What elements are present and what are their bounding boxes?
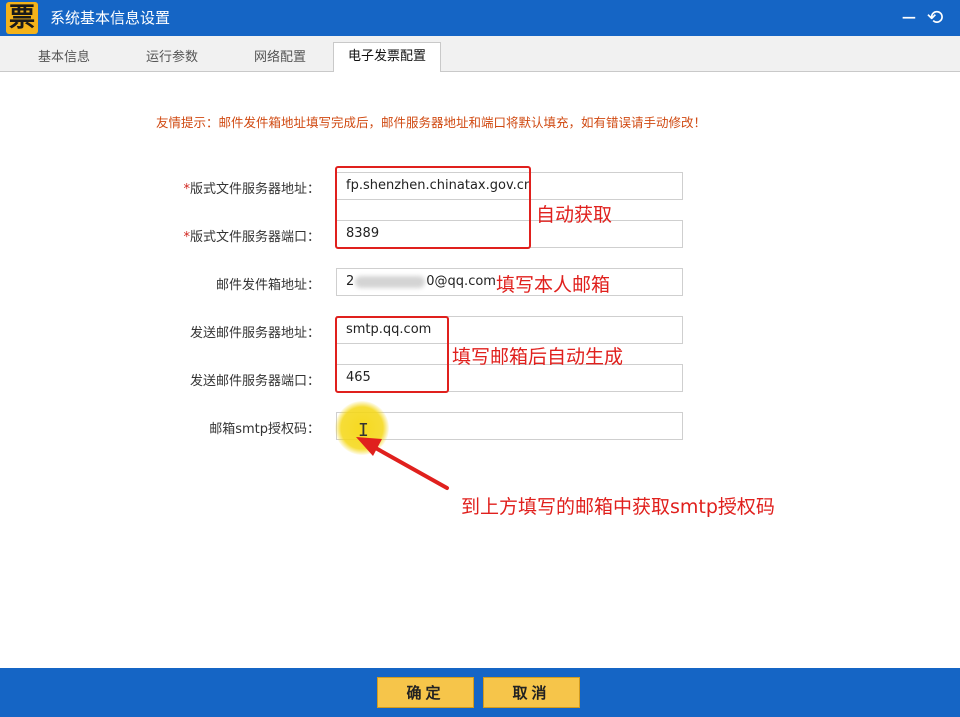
title-bar: 票 系统基本信息设置 − ⟲ — [0, 0, 960, 36]
cancel-button[interactable]: 取消 — [483, 677, 580, 708]
window-title: 系统基本信息设置 — [50, 9, 171, 27]
invoice-logo-icon: 票 — [6, 2, 38, 34]
footer-bar: 确定 取消 — [0, 668, 960, 717]
annotation-arrow-icon — [356, 437, 449, 490]
tab-basic-info[interactable]: 基本信息 — [24, 44, 104, 72]
confirm-button[interactable]: 确定 — [377, 677, 474, 708]
tab-run-params[interactable]: 运行参数 — [132, 44, 212, 72]
annotation-get-smtp-code: 到上方填写的邮箱中获取smtp授权码 — [461, 496, 775, 518]
tab-strip: 基本信息 运行参数 网络配置 电子发票配置 — [0, 36, 960, 73]
tab-einvoice-config[interactable]: 电子发票配置 — [333, 42, 441, 73]
einvoice-config-panel: 友情提示：邮件发件箱地址填写完成后，邮件服务器地址和端口将默认填充，如有错误请手… — [0, 72, 960, 668]
minimize-button[interactable]: − — [896, 4, 922, 30]
back-icon[interactable]: ⟲ — [922, 4, 948, 30]
tab-network-config[interactable]: 网络配置 — [240, 44, 320, 72]
